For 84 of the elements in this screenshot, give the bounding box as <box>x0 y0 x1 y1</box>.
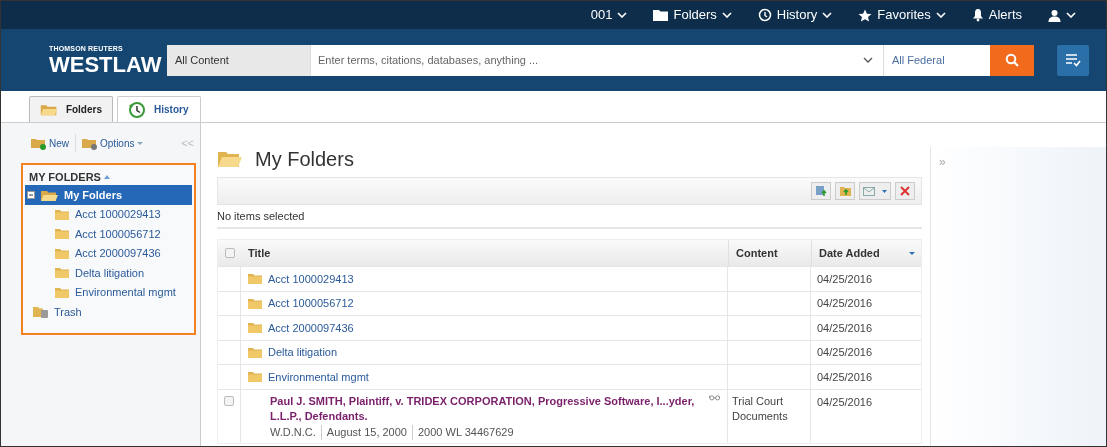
delete-button[interactable] <box>895 182 915 200</box>
search-button[interactable] <box>990 44 1034 76</box>
user-menu[interactable] <box>1048 8 1076 22</box>
caret-icon <box>881 189 887 193</box>
collapse-icon <box>27 190 35 199</box>
jurisdiction-selector[interactable]: All Federal <box>883 44 990 76</box>
column-header[interactable]: Content <box>728 240 811 266</box>
folder-icon <box>248 273 262 285</box>
envelope-icon <box>863 186 876 196</box>
document-link[interactable]: Paul J. SMITH, Plaintiff, v. TRIDEX CORPORATION, Progressive Software, I...yder, L.L.P., Defendants. <box>270 393 699 424</box>
nav-menu[interactable]: History <box>757 5 833 25</box>
date-added: 04/25/2016 <box>817 320 873 336</box>
tree-item[interactable]: Delta litigation <box>25 263 192 283</box>
checklist-icon <box>1065 53 1081 67</box>
sort-down-icon <box>909 251 915 255</box>
chevron-down-icon[interactable] <box>863 57 873 63</box>
folder-icon <box>653 9 669 21</box>
tree-item[interactable]: Environmental mgmt <box>25 282 192 302</box>
brand-logo[interactable]: WESTLAW <box>49 52 167 77</box>
folder-icon <box>248 322 262 334</box>
folder-link[interactable]: Acct 1000029413 <box>268 270 354 287</box>
folder-link[interactable]: Acct 2000097436 <box>268 319 354 336</box>
folder-icon <box>248 346 262 358</box>
section-heading: MY FOLDERS <box>29 169 101 185</box>
copy-to-folder-button[interactable] <box>811 182 831 200</box>
citation-text: W.D.N.C. <box>270 424 317 440</box>
folder-icon <box>248 297 262 309</box>
tree-item[interactable]: Acct 1000029413 <box>25 204 192 224</box>
toolbar-button[interactable]: Options <box>82 135 144 151</box>
column-header[interactable]: Title <box>241 240 728 266</box>
tree-item[interactable]: My Folders <box>25 185 192 205</box>
tab[interactable]: History <box>117 96 201 122</box>
bell-icon <box>971 8 984 22</box>
citation-text: 2000 WL 34467629 <box>411 424 519 440</box>
research-list-button[interactable] <box>1057 44 1089 76</box>
copy-up-arrow-icon <box>814 185 828 197</box>
date-added: 04/25/2016 <box>817 296 873 311</box>
tree-item[interactable]: Trash <box>25 302 192 322</box>
folder-up-arrow-icon <box>838 185 852 197</box>
user-icon <box>1048 8 1061 22</box>
tree-item[interactable]: Acct 1000056712 <box>25 224 192 244</box>
folder-icon <box>55 267 69 279</box>
tab[interactable]: Folders <box>29 96 113 122</box>
folder-gear-icon <box>82 136 97 150</box>
column-header[interactable]: Date Added <box>811 240 922 266</box>
open-folder-icon <box>217 150 243 168</box>
search-icon <box>1005 53 1019 67</box>
folder-icon <box>55 228 69 240</box>
date-added: 04/25/2016 <box>817 395 873 408</box>
glasses-icon <box>708 393 720 401</box>
search-field[interactable]: Enter terms, citations, databases, anything ... <box>310 44 863 76</box>
date-added: 04/25/2016 <box>817 345 873 360</box>
folder-icon <box>55 286 69 298</box>
close-icon <box>900 186 910 196</box>
open-folder-icon <box>41 188 58 201</box>
clock-icon <box>757 8 772 22</box>
folder-link[interactable]: Acct 1000056712 <box>268 295 354 312</box>
clock-icon <box>128 100 146 119</box>
folder-icon <box>55 208 69 220</box>
trash-icon <box>33 305 48 318</box>
tree-item[interactable]: Acct 2000097436 <box>25 243 192 263</box>
folder-icon <box>55 247 69 259</box>
page-title: My Folders <box>255 147 354 172</box>
nav-menu[interactable]: Favorites <box>858 5 946 25</box>
folder-link[interactable]: Environmental mgmt <box>268 368 369 385</box>
folder-icon <box>248 371 262 383</box>
toolbar-button[interactable]: New <box>31 135 69 151</box>
email-button[interactable] <box>859 182 891 200</box>
move-to-folder-button[interactable] <box>835 182 855 200</box>
folder-link[interactable]: Delta litigation <box>268 344 338 361</box>
content-type: Trial Court Documents <box>732 394 788 422</box>
star-icon <box>858 8 873 22</box>
row-checkbox[interactable] <box>224 395 234 406</box>
scope-selector[interactable]: All Content <box>167 44 310 76</box>
nav-menu[interactable]: Folders <box>653 5 732 25</box>
new-folder-icon <box>31 136 46 150</box>
citation-text: August 15, 2000 <box>320 424 412 440</box>
select-all-checkbox[interactable] <box>224 248 235 258</box>
nav-menu[interactable]: 001 <box>590 5 628 25</box>
sort-up-icon[interactable] <box>103 175 110 179</box>
selection-status: No items selected <box>217 208 305 224</box>
date-added: 04/25/2016 <box>817 271 873 287</box>
date-added: 04/25/2016 <box>817 369 873 385</box>
nav-menu[interactable]: Alerts <box>971 5 1022 25</box>
